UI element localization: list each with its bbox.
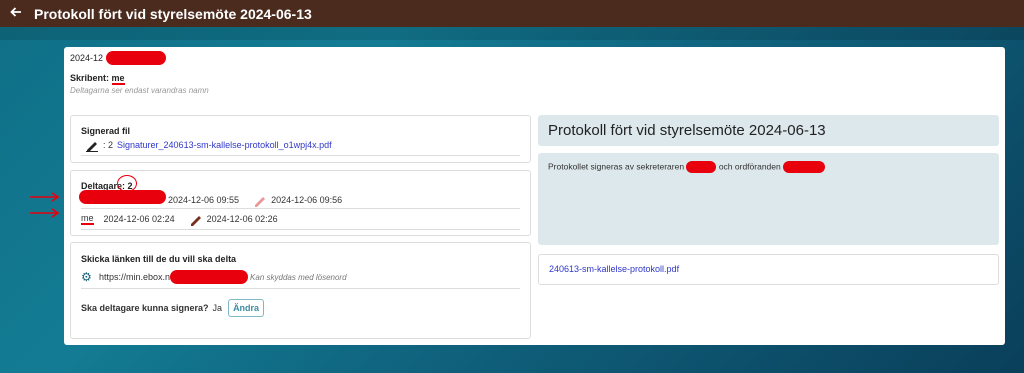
change-button[interactable]: Ändra xyxy=(228,299,265,317)
document-description: Protokollet signeras av sekreteraren och… xyxy=(538,153,999,245)
page-title: Protokoll fört vid styrelsemöte 2024-06-… xyxy=(34,5,312,22)
participants-hint: Deltagarna ser endast varandras namn xyxy=(70,86,209,95)
participant-row-1: 2024-12-06 09:55 2024-12-06 09:56 xyxy=(168,193,342,207)
redaction-mark xyxy=(106,51,166,65)
top-bar: Protokoll fört vid styrelsemöte 2024-06-… xyxy=(0,0,1024,27)
redaction-mark xyxy=(783,161,826,173)
divider xyxy=(81,288,520,289)
participants-box: Deltagare: 2 2024-12-06 09:55 2024-12-06… xyxy=(70,170,531,236)
signed-file-link[interactable]: Signaturer_240613-sm-kallelse-protokoll_… xyxy=(117,140,332,150)
annotation-arrow-icon xyxy=(30,192,60,218)
pen-icon xyxy=(189,212,203,226)
protocol-card: 2024-12 Skribent: me Deltagarna ser enda… xyxy=(64,47,1005,345)
description-text-2: och ordföranden xyxy=(718,161,781,172)
gear-icon[interactable]: ⚙ xyxy=(81,270,95,284)
participant-row-2: me 2024-12-06 02:24 2024-12-06 02:26 xyxy=(81,212,278,226)
scribe-label: Skribent: xyxy=(70,73,110,83)
arrow-left-icon[interactable] xyxy=(10,5,26,22)
pencil-icon xyxy=(253,193,267,207)
signed-time: 2024-12-06 02:24 xyxy=(103,214,175,224)
signed-file-title: Signerad fil xyxy=(81,126,131,136)
edited-time: 2024-12-06 02:26 xyxy=(206,214,278,224)
protected-note: Kan skyddas med lösenord xyxy=(250,272,347,282)
signed-file-box: Signerad fil : 2 Signaturer_240613-sm-ka… xyxy=(70,115,531,163)
participant-name: me xyxy=(81,213,94,225)
share-title: Skicka länken till de du vill ska delta xyxy=(81,254,237,264)
divider xyxy=(81,155,520,156)
scribe-value: me xyxy=(111,73,125,85)
redaction-mark xyxy=(79,190,166,204)
share-box: Skicka länken till de du vill ska delta … xyxy=(70,242,531,339)
signed-file-row: : 2 Signaturer_240613-sm-kallelse-protok… xyxy=(85,138,332,152)
date-text: 2024-12 xyxy=(70,53,104,63)
divider xyxy=(81,208,520,209)
description-text: Protokollet signeras av sekreteraren xyxy=(548,161,685,172)
share-link-row: ⚙ https://min.ebox.n Kan skyddas med lös… xyxy=(81,270,347,284)
scribe-line: Skribent: me xyxy=(70,73,125,85)
sub-bar xyxy=(0,27,1024,40)
redaction-mark xyxy=(686,161,717,173)
sign-answer: Ja xyxy=(212,303,223,313)
signed-time: 2024-12-06 09:55 xyxy=(168,195,240,205)
share-url[interactable]: https://min.ebox.n xyxy=(99,272,170,282)
attachment-panel: 240613-sm-kallelse-protokoll.pdf xyxy=(538,254,999,285)
document-title: Protokoll fört vid styrelsemöte 2024-06-… xyxy=(538,115,999,146)
redaction-mark xyxy=(170,270,249,284)
sign-setting-row: Ska deltagare kunna signera? Ja Ändra xyxy=(81,299,265,317)
divider xyxy=(81,229,520,230)
edited-time: 2024-12-06 09:56 xyxy=(271,195,343,205)
attachment-link[interactable]: 240613-sm-kallelse-protokoll.pdf xyxy=(549,264,679,274)
sign-question: Ska deltagare kunna signera? xyxy=(81,303,209,313)
pen-icon xyxy=(85,138,99,152)
signed-file-prefix: : 2 xyxy=(103,140,114,150)
